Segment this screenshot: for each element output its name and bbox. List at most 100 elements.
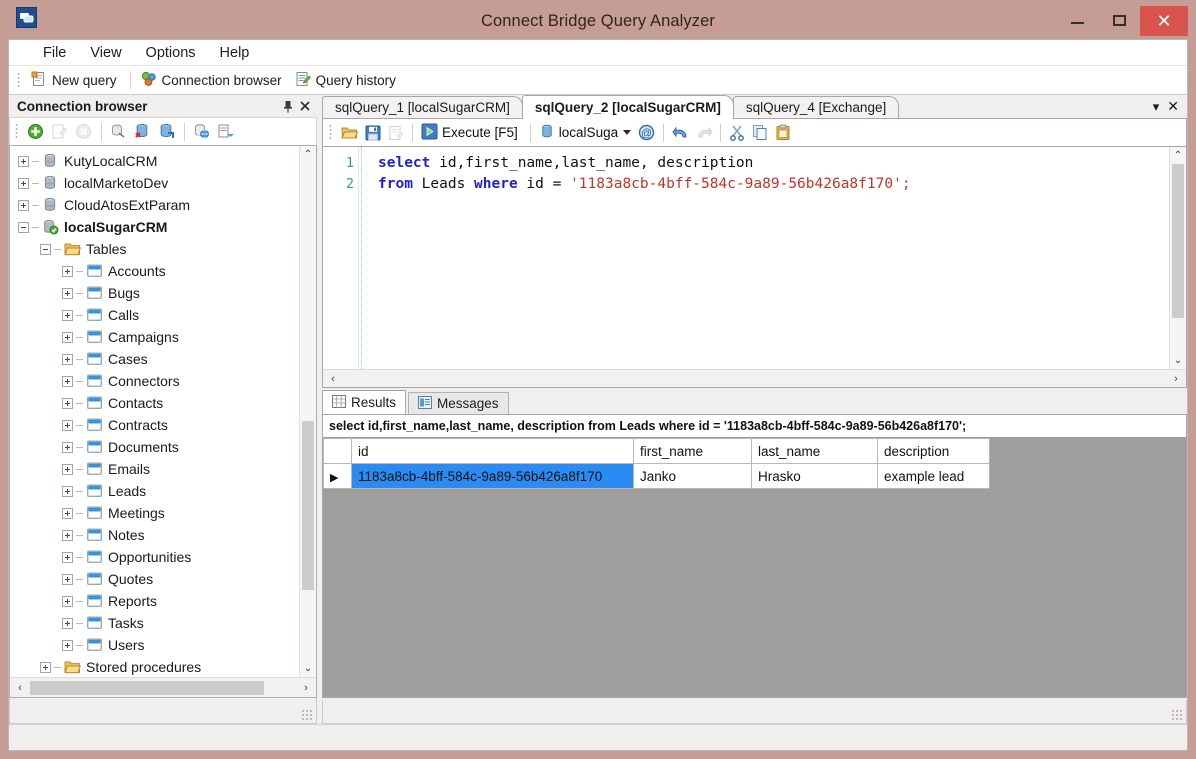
toolbar-grip[interactable]: [17, 71, 20, 89]
table-row[interactable]: ▶ 1183a8cb-4bff-584c-9a89-56b426a8f170 Jan…: [323, 463, 990, 489]
expand-icon[interactable]: [18, 177, 29, 189]
editor-vertical-scrollbar[interactable]: ⌃ ⌄: [1169, 147, 1186, 369]
query-history-button[interactable]: Query history: [290, 68, 404, 93]
pin-icon[interactable]: [279, 98, 296, 115]
results-resize-grip[interactable]: [1172, 710, 1183, 721]
tree-vertical-scrollbar[interactable]: ⌃ ⌄: [299, 146, 316, 677]
save-icon[interactable]: [361, 122, 384, 144]
tree-hsb-track[interactable]: [30, 680, 296, 695]
connection-tree[interactable]: KutyLocalCRM localMarketoDev CloudAtosExtP…: [10, 146, 299, 677]
tree-node-kutylocalcrm[interactable]: KutyLocalCRM: [10, 150, 299, 172]
tree-horizontal-scrollbar[interactable]: ‹ ›: [10, 677, 316, 697]
editor-toolbar-grip[interactable]: [329, 124, 332, 141]
row-header-corner[interactable]: [323, 438, 352, 464]
tab-list-dropdown-icon[interactable]: ▾: [1153, 99, 1160, 115]
tree-node-localmarketodev[interactable]: localMarketoDev: [10, 172, 299, 194]
code-area[interactable]: 12 select id,first_name,last_name, descr…: [323, 147, 1169, 369]
tree-node-bugs[interactable]: Bugs: [10, 282, 299, 304]
expand-icon[interactable]: [62, 287, 73, 299]
save-as-icon[interactable]: [384, 122, 407, 144]
copy-icon[interactable]: [749, 122, 772, 144]
tree-vsb-thumb[interactable]: [302, 421, 314, 591]
close-panel-icon[interactable]: [296, 98, 313, 115]
expand-icon[interactable]: [62, 573, 73, 585]
menu-item-options[interactable]: Options: [134, 43, 208, 63]
tree-node-cases[interactable]: Cases: [10, 348, 299, 370]
expand-icon[interactable]: [62, 507, 73, 519]
table-cell-first_name[interactable]: Janko: [633, 463, 752, 489]
execute-button[interactable]: Execute [F5]: [418, 121, 525, 145]
new-query-button[interactable]: New query: [26, 68, 125, 93]
disconnect-icon[interactable]: [107, 121, 129, 143]
editor-vsb-thumb[interactable]: [1172, 164, 1184, 319]
column-header-last_name[interactable]: last_name: [751, 438, 878, 464]
query-tab-4[interactable]: sqlQuery_4 [Exchange]: [732, 96, 900, 118]
tree-node-connectors[interactable]: Connectors: [10, 370, 299, 392]
database-globe-icon[interactable]: [190, 121, 212, 143]
tree-node-quotes[interactable]: Quotes: [10, 568, 299, 590]
tree-node-cloudatosextparam[interactable]: CloudAtosExtParam: [10, 194, 299, 216]
tree-node-tasks[interactable]: Tasks: [10, 612, 299, 634]
editor-vsb-track[interactable]: [1170, 164, 1186, 352]
query-tab-2[interactable]: sqlQuery_2 [localSugarCRM]: [521, 95, 734, 119]
undo-icon[interactable]: [669, 122, 692, 144]
tree-node-contracts[interactable]: Contracts: [10, 414, 299, 436]
collapse-icon[interactable]: [18, 221, 29, 233]
delete-connection-icon[interactable]: [72, 121, 94, 143]
editor-horizontal-scrollbar[interactable]: ‹ ›: [323, 369, 1186, 387]
tab-messages[interactable]: Messages: [408, 392, 509, 414]
expand-icon[interactable]: [62, 595, 73, 607]
tree-node-leads[interactable]: Leads: [10, 480, 299, 502]
connection-browser-button[interactable]: Connection browser: [136, 68, 290, 93]
add-connection-icon[interactable]: [24, 121, 46, 143]
minimize-button[interactable]: [1056, 6, 1098, 34]
code-line[interactable]: select id,first_name,last_name, descript…: [378, 153, 1169, 174]
query-tab-1[interactable]: sqlQuery_1 [localSugarCRM]: [322, 96, 523, 118]
table-cell-last_name[interactable]: Hrasko: [751, 463, 878, 489]
open-folder-icon[interactable]: [338, 122, 361, 144]
scroll-up-icon[interactable]: ⌃: [300, 146, 316, 163]
results-table[interactable]: id first_name last_name description ▶ 1183a8c…: [323, 438, 990, 489]
menu-item-file[interactable]: File: [31, 43, 78, 63]
edit-connection-icon[interactable]: [48, 121, 70, 143]
menu-item-help[interactable]: Help: [208, 43, 262, 63]
scroll-left-icon[interactable]: ‹: [10, 679, 30, 697]
editor-scroll-right-icon[interactable]: ›: [1166, 370, 1186, 388]
tree-node-reports[interactable]: Reports: [10, 590, 299, 612]
tree-node-users[interactable]: Users: [10, 634, 299, 656]
tree-node-tables[interactable]: Tables: [10, 238, 299, 260]
results-grid-area[interactable]: id first_name last_name description ▶ 1183a8c…: [323, 438, 1186, 697]
expand-icon[interactable]: [18, 155, 29, 167]
table-cell-id[interactable]: 1183a8cb-4bff-584c-9a89-56b426a8f170: [351, 463, 634, 489]
code-lines[interactable]: select id,first_name,last_name, descript…: [362, 147, 1169, 369]
row-selector[interactable]: ▶: [323, 463, 352, 489]
expand-icon[interactable]: [62, 265, 73, 277]
editor-scroll-down-icon[interactable]: ⌄: [1170, 352, 1186, 369]
close-button[interactable]: ✕: [1140, 6, 1188, 36]
script-add-icon[interactable]: [214, 121, 236, 143]
expand-icon[interactable]: [62, 485, 73, 497]
expand-icon[interactable]: [62, 353, 73, 365]
paste-icon[interactable]: [772, 122, 795, 144]
tree-node-accounts[interactable]: Accounts: [10, 260, 299, 282]
tab-close-icon[interactable]: ✕: [1167, 98, 1179, 115]
expand-icon[interactable]: [18, 199, 29, 211]
resize-grip[interactable]: [302, 710, 313, 721]
scroll-right-icon[interactable]: ›: [296, 679, 316, 697]
tree-vsb-track[interactable]: [300, 163, 316, 660]
column-header-description[interactable]: description: [877, 438, 990, 464]
database-remove-icon[interactable]: [131, 121, 153, 143]
expand-icon[interactable]: [62, 331, 73, 343]
tree-node-localsugarcrm[interactable]: localSugarCRM: [10, 216, 299, 238]
scroll-down-icon[interactable]: ⌄: [300, 660, 316, 677]
tree-node-campaigns[interactable]: Campaigns: [10, 326, 299, 348]
expand-icon[interactable]: [62, 463, 73, 475]
expand-icon[interactable]: [62, 309, 73, 321]
tree-node-contacts[interactable]: Contacts: [10, 392, 299, 414]
tree-node-documents[interactable]: Documents: [10, 436, 299, 458]
database-refresh-icon[interactable]: [155, 121, 177, 143]
expand-icon[interactable]: [62, 375, 73, 387]
tree-node-stored-procedures[interactable]: Stored procedures: [10, 656, 299, 677]
column-header-id[interactable]: id: [351, 438, 634, 464]
at-sign-icon[interactable]: @: [635, 122, 658, 144]
